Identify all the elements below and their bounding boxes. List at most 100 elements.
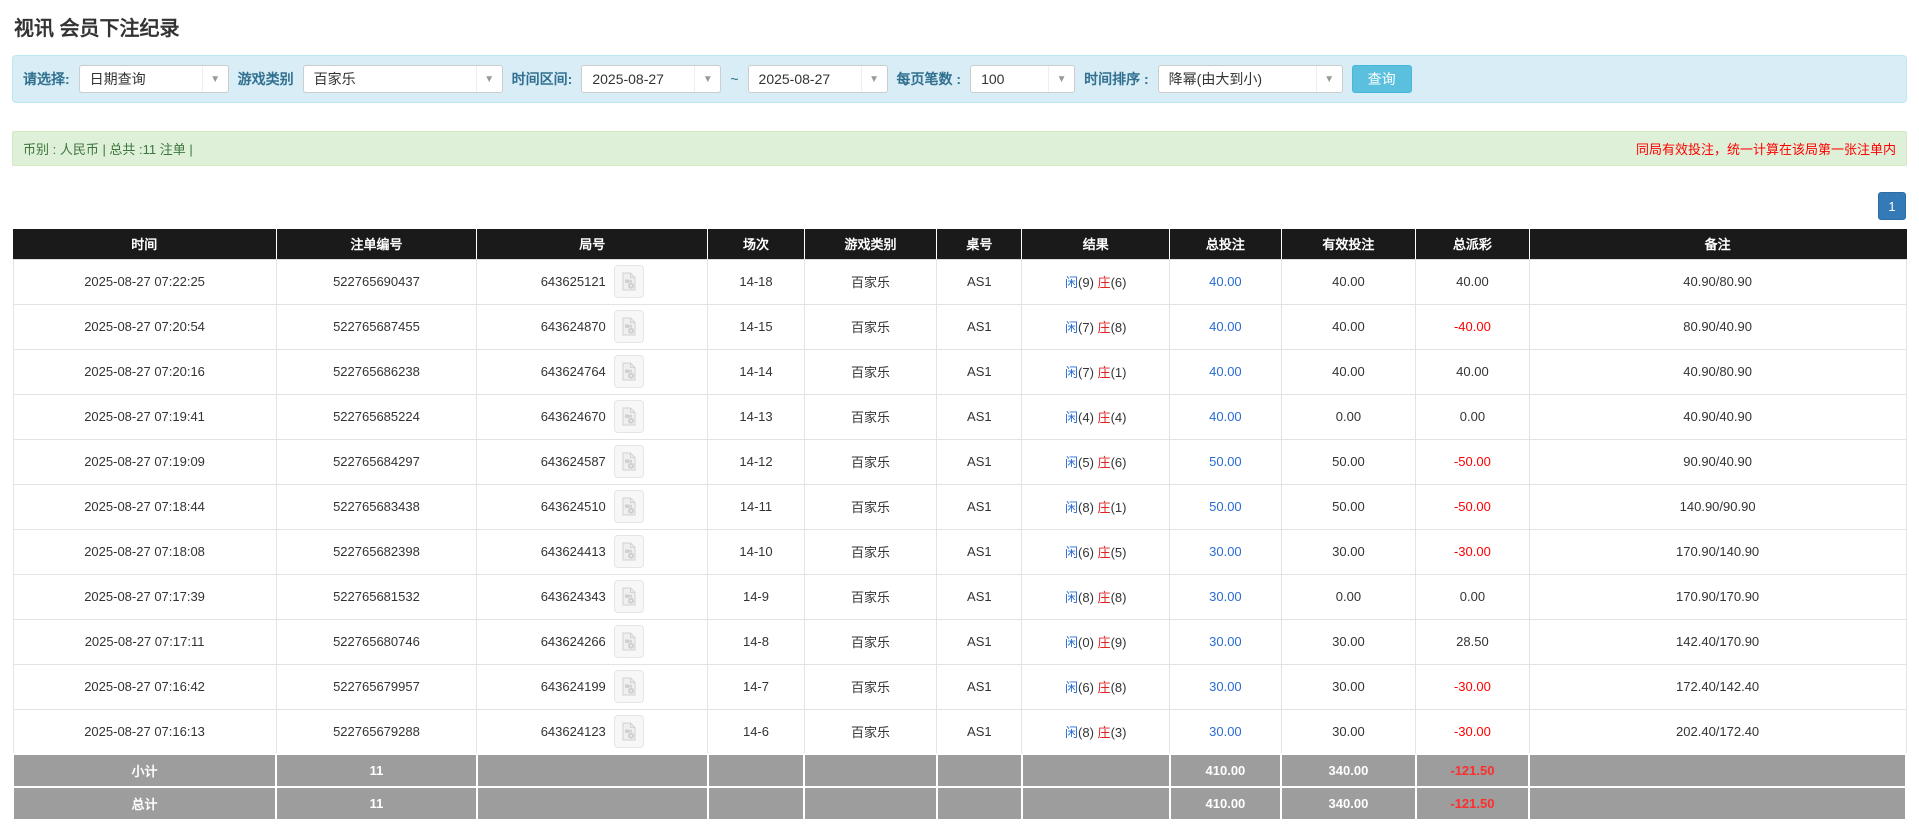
- session-cell: 14-14: [708, 349, 805, 394]
- total-bet-link[interactable]: 30.00: [1170, 664, 1282, 709]
- payout-cell: -30.00: [1416, 529, 1530, 574]
- video-replay-icon[interactable]: [614, 355, 644, 388]
- video-replay-icon[interactable]: [614, 400, 644, 433]
- sort-value: 降幂(由大到小): [1169, 69, 1262, 89]
- player-result: 闲: [1065, 590, 1078, 605]
- col-round-no: 局号: [477, 229, 708, 259]
- remark-cell: 40.90/80.90: [1529, 349, 1906, 394]
- game-type-value: 百家乐: [314, 69, 356, 89]
- game-type-cell: 百家乐: [804, 529, 937, 574]
- game-type-select[interactable]: 百家乐 ▼: [303, 65, 503, 93]
- col-table-no: 桌号: [937, 229, 1022, 259]
- table-row: 2025-08-27 07:18:08 522765682398 6436244…: [13, 529, 1906, 574]
- total-bet-link[interactable]: 40.00: [1170, 349, 1282, 394]
- table-row: 2025-08-27 07:19:41 522765685224 6436246…: [13, 394, 1906, 439]
- valid-bet-cell: 50.00: [1281, 439, 1415, 484]
- video-replay-icon[interactable]: [614, 715, 644, 748]
- date-from-value: 2025-08-27: [592, 71, 664, 87]
- date-to-select[interactable]: 2025-08-27 ▼: [748, 65, 888, 93]
- video-replay-icon[interactable]: [614, 670, 644, 703]
- table-row: 2025-08-27 07:16:42 522765679957 6436241…: [13, 664, 1906, 709]
- search-button[interactable]: 查询: [1352, 65, 1412, 93]
- time-cell: 2025-08-27 07:20:16: [13, 349, 276, 394]
- total-bet-link[interactable]: 30.00: [1170, 574, 1282, 619]
- total-bet-link[interactable]: 40.00: [1170, 394, 1282, 439]
- total-count-cell: 11: [276, 754, 477, 787]
- player-result: 闲: [1065, 545, 1078, 560]
- table-no-cell: AS1: [937, 484, 1022, 529]
- total-row: 小计 11 410.00 340.00 -121.50: [13, 754, 1906, 787]
- round-no-cell: 643625121: [477, 259, 708, 304]
- banker-result: 庄: [1098, 725, 1111, 740]
- payout-cell: -30.00: [1416, 709, 1530, 754]
- game-type-cell: 百家乐: [804, 439, 937, 484]
- table-row: 2025-08-27 07:16:13 522765679288 6436241…: [13, 709, 1906, 754]
- total-bet-sum-cell: 410.00: [1170, 754, 1282, 787]
- video-replay-icon[interactable]: [614, 535, 644, 568]
- valid-bet-sum-cell: 340.00: [1281, 754, 1415, 787]
- round-no-cell: 643624870: [477, 304, 708, 349]
- round-no-cell: 643624266: [477, 619, 708, 664]
- payout-cell: 28.50: [1416, 619, 1530, 664]
- session-cell: 14-12: [708, 439, 805, 484]
- bet-no-cell: 522765690437: [276, 259, 477, 304]
- sort-select[interactable]: 降幂(由大到小) ▼: [1158, 65, 1343, 93]
- video-replay-icon[interactable]: [614, 265, 644, 298]
- total-bet-link[interactable]: 30.00: [1170, 709, 1282, 754]
- summary-currency-count: 币别 : 人民币 | 总共 :11 注单 |: [23, 139, 193, 158]
- page-size-value: 100: [981, 71, 1004, 87]
- player-result: 闲: [1065, 365, 1078, 380]
- video-replay-icon[interactable]: [614, 490, 644, 523]
- bet-no-cell: 522765686238: [276, 349, 477, 394]
- time-cell: 2025-08-27 07:22:25: [13, 259, 276, 304]
- banker-result: 庄: [1098, 545, 1111, 560]
- remark-cell: 170.90/170.90: [1529, 574, 1906, 619]
- payout-cell: -50.00: [1416, 484, 1530, 529]
- video-replay-icon[interactable]: [614, 625, 644, 658]
- valid-bet-cell: 30.00: [1281, 529, 1415, 574]
- table-row: 2025-08-27 07:17:39 522765681532 6436243…: [13, 574, 1906, 619]
- game-type-cell: 百家乐: [804, 304, 937, 349]
- result-cell: 闲(5) 庄(6): [1022, 439, 1170, 484]
- col-bet-no: 注单编号: [276, 229, 477, 259]
- chevron-down-icon: ▼: [476, 66, 502, 92]
- table-no-cell: AS1: [937, 619, 1022, 664]
- remark-cell: 172.40/142.40: [1529, 664, 1906, 709]
- game-type-cell: 百家乐: [804, 574, 937, 619]
- total-bet-link[interactable]: 40.00: [1170, 259, 1282, 304]
- total-bet-link[interactable]: 50.00: [1170, 484, 1282, 529]
- video-replay-icon[interactable]: [614, 445, 644, 478]
- valid-bet-cell: 30.00: [1281, 664, 1415, 709]
- payout-sum-cell: -121.50: [1416, 787, 1530, 820]
- sort-label: 时间排序 :: [1084, 69, 1149, 89]
- result-cell: 闲(7) 庄(8): [1022, 304, 1170, 349]
- payout-cell: -40.00: [1416, 304, 1530, 349]
- time-cell: 2025-08-27 07:19:09: [13, 439, 276, 484]
- date-range-tilde: ~: [730, 71, 738, 87]
- bet-no-cell: 522765679288: [276, 709, 477, 754]
- result-cell: 闲(7) 庄(1): [1022, 349, 1170, 394]
- table-no-cell: AS1: [937, 304, 1022, 349]
- bet-no-cell: 522765683438: [276, 484, 477, 529]
- session-cell: 14-18: [708, 259, 805, 304]
- table-no-cell: AS1: [937, 574, 1022, 619]
- video-replay-icon[interactable]: [614, 310, 644, 343]
- game-type-cell: 百家乐: [804, 619, 937, 664]
- table-row: 2025-08-27 07:19:09 522765684297 6436245…: [13, 439, 1906, 484]
- date-from-select[interactable]: 2025-08-27 ▼: [581, 65, 721, 93]
- video-replay-icon[interactable]: [614, 580, 644, 613]
- payout-sum-cell: -121.50: [1416, 754, 1530, 787]
- banker-result: 庄: [1098, 635, 1111, 650]
- session-cell: 14-11: [708, 484, 805, 529]
- page-button-1[interactable]: 1: [1878, 192, 1906, 220]
- pagination: 1: [12, 192, 1906, 220]
- session-cell: 14-7: [708, 664, 805, 709]
- total-bet-link[interactable]: 40.00: [1170, 304, 1282, 349]
- payout-cell: -50.00: [1416, 439, 1530, 484]
- total-bet-link[interactable]: 30.00: [1170, 529, 1282, 574]
- query-type-select[interactable]: 日期查询 ▼: [79, 65, 229, 93]
- payout-cell: -30.00: [1416, 664, 1530, 709]
- total-bet-link[interactable]: 30.00: [1170, 619, 1282, 664]
- page-size-select[interactable]: 100 ▼: [970, 65, 1075, 93]
- total-bet-link[interactable]: 50.00: [1170, 439, 1282, 484]
